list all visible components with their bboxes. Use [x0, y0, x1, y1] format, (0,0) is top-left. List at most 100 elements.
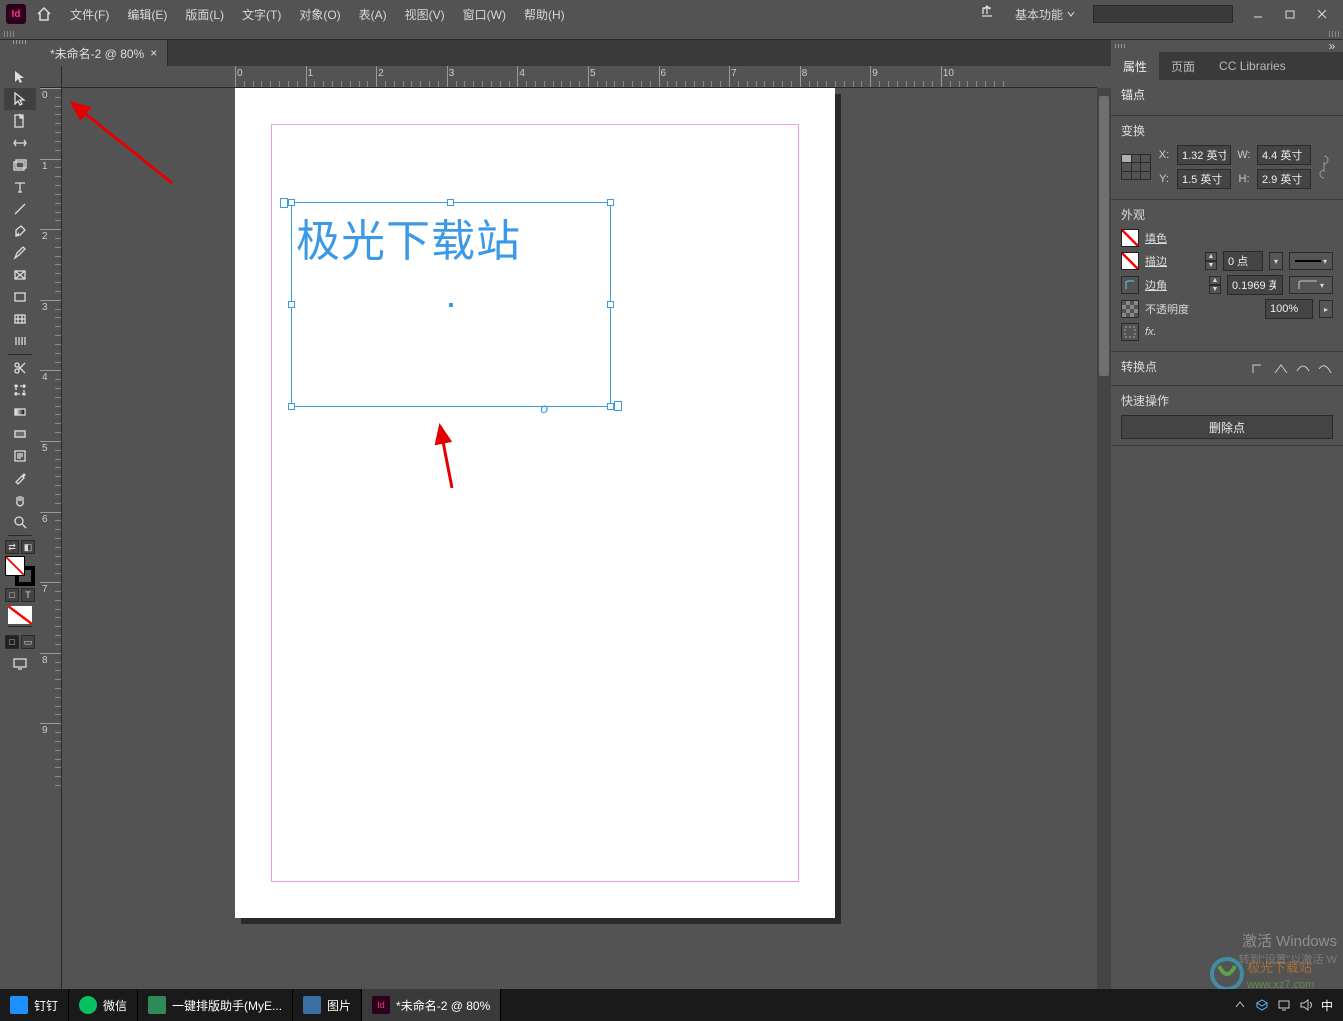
window-minimize-icon[interactable] — [1243, 4, 1273, 24]
fx-label[interactable]: fx. — [1145, 326, 1157, 338]
taskbar-item-indesign[interactable]: Id *未命名-2 @ 80% — [362, 989, 501, 1021]
search-input[interactable] — [1093, 5, 1233, 23]
grid2-tool-icon[interactable] — [4, 330, 36, 352]
text-frame-selected[interactable]: 极光下载站 o — [291, 202, 611, 407]
ruler-vertical[interactable]: 0123456789 — [40, 88, 62, 989]
stroke-label[interactable]: 描边 — [1145, 253, 1167, 269]
gradient-swatch-tool-icon[interactable] — [4, 401, 36, 423]
window-close-icon[interactable] — [1307, 4, 1337, 24]
fill-label[interactable]: 填色 — [1145, 230, 1167, 246]
gap-tool-icon[interactable] — [4, 132, 36, 154]
corner-icon[interactable] — [1121, 276, 1139, 294]
convert-corner-icon[interactable] — [1251, 359, 1267, 375]
line-tool-icon[interactable] — [4, 198, 36, 220]
menu-edit[interactable]: 编辑(E) — [119, 2, 175, 27]
convert-symmetric-icon[interactable] — [1317, 359, 1333, 375]
tray-up-icon[interactable] — [1233, 998, 1247, 1012]
menu-window[interactable]: 窗口(W) — [455, 2, 514, 27]
x-field[interactable] — [1177, 145, 1231, 165]
h-field[interactable] — [1257, 169, 1311, 189]
menu-help[interactable]: 帮助(H) — [516, 2, 573, 27]
delete-point-button[interactable]: 删除点 — [1121, 415, 1333, 439]
stroke-dropdown-icon[interactable]: ▾ — [1269, 252, 1283, 270]
ruler-horizontal[interactable]: 012345678910 — [62, 66, 1097, 88]
pencil-tool-icon[interactable] — [4, 242, 36, 264]
view-mode-preview-icon[interactable]: ▭ — [21, 635, 35, 649]
in-port[interactable] — [280, 198, 288, 208]
selection-tool-icon[interactable] — [4, 66, 36, 88]
page-tool-icon[interactable] — [4, 110, 36, 132]
free-transform-tool-icon[interactable] — [4, 379, 36, 401]
default-colors-icon[interactable]: ◧ — [21, 540, 35, 554]
workspace-switcher[interactable]: 基本功能 — [1007, 2, 1083, 27]
view-mode-normal-icon[interactable]: □ — [5, 635, 19, 649]
home-icon[interactable] — [34, 4, 54, 24]
tray-volume-icon[interactable] — [1299, 998, 1313, 1012]
fx-icon[interactable] — [1121, 323, 1139, 341]
window-restore-icon[interactable] — [1275, 4, 1305, 24]
stroke-weight-field[interactable] — [1223, 251, 1263, 271]
tray-cube-icon[interactable] — [1255, 998, 1269, 1012]
fill-swatch[interactable] — [1121, 229, 1139, 247]
type-tool-icon[interactable] — [4, 176, 36, 198]
gradient-feather-tool-icon[interactable] — [4, 423, 36, 445]
share-icon[interactable] — [979, 4, 999, 24]
swap-colors-icon[interactable]: ⇄ — [5, 540, 19, 554]
corner-stepper[interactable]: ▲▼ — [1209, 276, 1221, 294]
out-port[interactable] — [614, 401, 622, 411]
direct-selection-tool-icon[interactable] — [4, 88, 36, 110]
stroke-swatch[interactable] — [1121, 252, 1139, 270]
handle-se[interactable] — [607, 403, 614, 410]
taskbar-item-wechat[interactable]: 微信 — [69, 989, 138, 1021]
tray-network-icon[interactable] — [1277, 998, 1291, 1012]
content-collector-tool-icon[interactable] — [4, 154, 36, 176]
screen-mode-icon[interactable] — [4, 653, 36, 675]
page[interactable]: 极光下载站 o — [235, 88, 835, 918]
taskbar-item-typeset[interactable]: 一键排版助手(MyE... — [138, 989, 293, 1021]
taskbar-item-pictures[interactable]: 图片 — [293, 989, 362, 1021]
ime-indicator[interactable]: 中 — [1321, 997, 1333, 1014]
document-tab[interactable]: *未命名-2 @ 80% × — [40, 40, 168, 66]
menu-file[interactable]: 文件(F) — [62, 2, 117, 27]
hand-tool-icon[interactable] — [4, 489, 36, 511]
opacity-dropdown-icon[interactable]: ▸ — [1319, 300, 1333, 318]
taskbar-item-dingtalk[interactable]: 钉钉 — [0, 989, 69, 1021]
apply-color-container-icon[interactable]: □ — [5, 588, 19, 602]
handle-e[interactable] — [607, 301, 614, 308]
corner-size-field[interactable] — [1227, 275, 1283, 295]
apply-color-text-icon[interactable]: T — [21, 588, 35, 602]
menu-view[interactable]: 视图(V) — [397, 2, 453, 27]
rectangle-frame-tool-icon[interactable] — [4, 264, 36, 286]
grid-tool-icon[interactable] — [4, 308, 36, 330]
scissors-tool-icon[interactable] — [4, 357, 36, 379]
ruler-origin[interactable] — [40, 66, 62, 88]
corner-label[interactable]: 边角 — [1145, 277, 1167, 293]
scrollbar-thumb[interactable] — [1099, 96, 1109, 376]
zoom-tool-icon[interactable] — [4, 511, 36, 533]
convert-smooth-icon[interactable] — [1273, 359, 1289, 375]
panel-tab-pages[interactable]: 页面 — [1159, 52, 1207, 80]
y-field[interactable] — [1177, 169, 1231, 189]
pen-tool-icon[interactable] — [4, 220, 36, 242]
eyedropper-tool-icon[interactable] — [4, 467, 36, 489]
panel-flyout-icon[interactable]: » — [1325, 39, 1339, 53]
handle-w[interactable] — [288, 301, 295, 308]
stroke-style-dropdown[interactable]: ▾ — [1289, 252, 1333, 270]
handle-nw[interactable] — [288, 199, 295, 206]
handle-ne[interactable] — [607, 199, 614, 206]
reference-point-grid[interactable] — [1121, 154, 1151, 180]
panel-tab-cclibraries[interactable]: CC Libraries — [1207, 52, 1298, 80]
menu-table[interactable]: 表(A) — [351, 2, 395, 27]
handle-sw[interactable] — [288, 403, 295, 410]
note-tool-icon[interactable] — [4, 445, 36, 467]
formatting-affects-icon[interactable] — [8, 606, 32, 624]
close-icon[interactable]: × — [150, 46, 157, 60]
viewport[interactable]: 极光下载站 o — [62, 88, 1097, 989]
convert-smooth2-icon[interactable] — [1295, 359, 1311, 375]
menu-type[interactable]: 文字(T) — [234, 2, 289, 27]
opacity-field[interactable] — [1265, 299, 1313, 319]
panel-tab-properties[interactable]: 属性 — [1111, 52, 1159, 80]
center-point[interactable] — [449, 303, 453, 307]
scrollbar-vertical[interactable] — [1097, 88, 1111, 989]
handle-n[interactable] — [447, 199, 454, 206]
